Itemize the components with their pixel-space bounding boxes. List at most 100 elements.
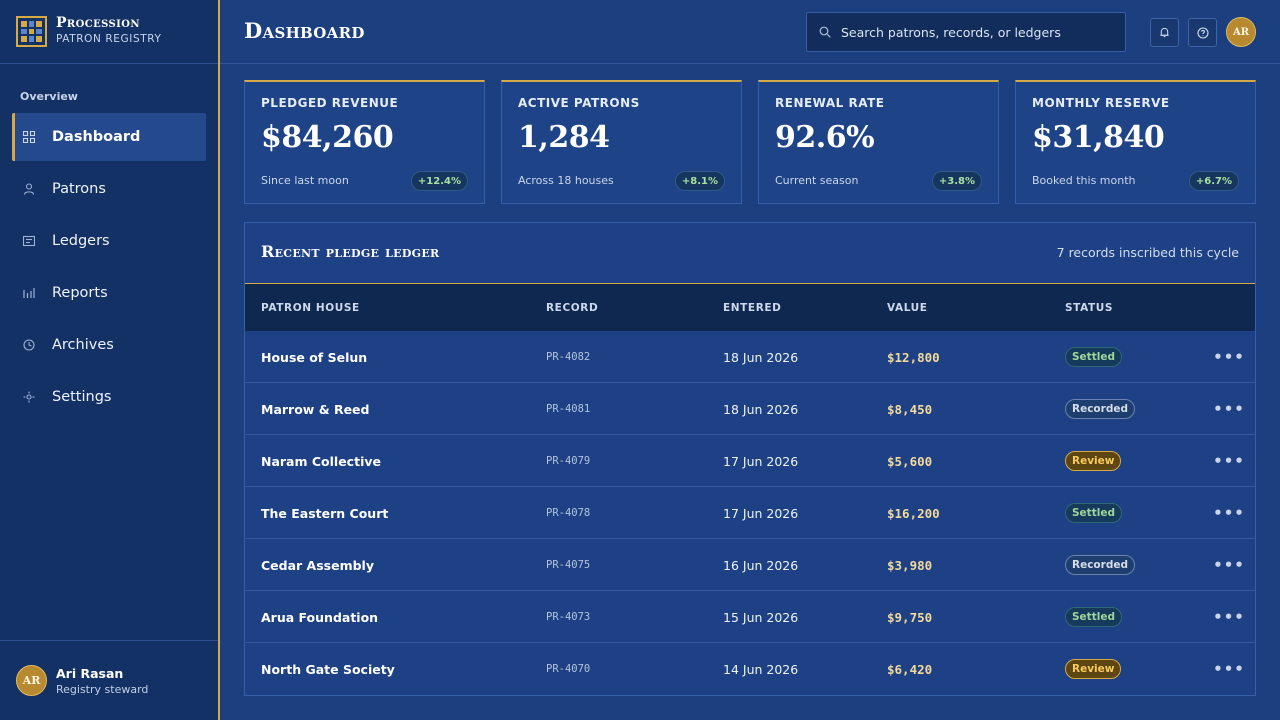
- help-icon: [1196, 26, 1209, 39]
- value-cell: $12,800: [887, 349, 940, 365]
- stat-value: 92.6%: [775, 120, 875, 155]
- column-header-patron-house[interactable]: Patron house: [261, 302, 360, 314]
- value-cell: $6,420: [887, 661, 933, 677]
- record-id-cell: PR-4070: [546, 663, 591, 675]
- clock-icon: [22, 338, 36, 352]
- column-header-value[interactable]: Value: [887, 302, 928, 314]
- user-icon: [22, 182, 36, 196]
- ledger-title: Recent pledge ledger: [261, 242, 440, 261]
- column-header-status[interactable]: Status: [1065, 302, 1113, 314]
- sidebar-item-label: Patrons: [52, 181, 106, 197]
- ledger-header: Recent pledge ledger 7 records inscribed…: [245, 223, 1255, 283]
- value-cell: $9,750: [887, 609, 933, 625]
- stat-label: Monthly reserve: [1032, 96, 1170, 110]
- table-row[interactable]: Arua Foundation PR-4073 15 Jun 2026 $9,750 S…: [245, 591, 1255, 643]
- value-cell: $5,600: [887, 453, 933, 469]
- notifications-button[interactable]: [1150, 18, 1179, 47]
- sidebar-item-label: Reports: [52, 285, 108, 301]
- value-cell: $3,980: [887, 557, 933, 573]
- patron-house-cell: Arua Foundation: [261, 609, 379, 625]
- column-header-record[interactable]: Record: [546, 302, 598, 314]
- sidebar: Procession Patron registry Overview Dash…: [0, 0, 218, 720]
- stat-label: Active patrons: [518, 96, 640, 110]
- status-badge: Settled: [1065, 607, 1122, 627]
- patron-house-cell: North Gate Society: [261, 661, 395, 677]
- status-badge: Review: [1065, 659, 1122, 679]
- avatar: AR: [16, 665, 47, 696]
- table-row[interactable]: House of Selun PR-4082 18 Jun 2026 $12,800 S…: [245, 331, 1255, 383]
- table-row[interactable]: North Gate Society PR-4070 14 Jun 2026 $6,4…: [245, 643, 1255, 695]
- brand[interactable]: Procession Patron registry: [0, 0, 218, 64]
- stat-label: Pledged revenue: [261, 96, 399, 110]
- table-row[interactable]: Marrow & Reed PR-4081 18 Jun 2026 $8,450 Rec…: [245, 383, 1255, 435]
- stat-delta-badge: +12.4%: [410, 171, 468, 191]
- row-more-icon[interactable]: •••: [1213, 539, 1244, 591]
- stat-note: Current season: [775, 174, 859, 187]
- table-header: Patron house Record Entered Value Status: [245, 283, 1255, 331]
- record-id-cell: PR-4081: [546, 403, 591, 415]
- column-header-entered[interactable]: Entered: [723, 302, 781, 314]
- value-cell: $16,200: [887, 505, 940, 521]
- search-box[interactable]: [806, 12, 1126, 52]
- stat-card-renewal-rate: Renewal rate 92.6% Current season +3.8%: [758, 80, 999, 204]
- grid-icon: [22, 130, 36, 144]
- bell-icon: [1160, 27, 1169, 38]
- sidebar-item-settings[interactable]: Settings: [12, 373, 206, 421]
- stat-value: 1,284: [518, 120, 610, 155]
- table-row[interactable]: Naram Collective PR-4079 17 Jun 2026 $5,600…: [245, 435, 1255, 487]
- status-cell: Review: [1065, 643, 1122, 695]
- status-cell: Recorded: [1065, 539, 1135, 591]
- brand-name: Procession: [56, 15, 140, 31]
- status-badge: Settled: [1065, 347, 1122, 367]
- logo-icon: [16, 16, 47, 47]
- sidebar-item-dashboard[interactable]: Dashboard: [12, 113, 206, 161]
- status-cell: Recorded: [1065, 383, 1135, 435]
- entered-date-cell: 18 Jun 2026: [723, 401, 799, 417]
- record-id-cell: PR-4082: [546, 351, 591, 363]
- nav-section-label: Overview: [20, 90, 78, 103]
- table-row[interactable]: Cedar Assembly PR-4075 16 Jun 2026 $3,980 Re…: [245, 539, 1255, 591]
- row-more-icon[interactable]: •••: [1213, 435, 1244, 487]
- value-cell: $8,450: [887, 401, 933, 417]
- table-row[interactable]: The Eastern Court PR-4078 17 Jun 2026 $16,2…: [245, 487, 1255, 539]
- stat-label: Renewal rate: [775, 96, 885, 110]
- sidebar-item-label: Dashboard: [52, 129, 141, 145]
- patron-house-cell: The Eastern Court: [261, 505, 389, 521]
- status-cell: Settled: [1065, 331, 1122, 383]
- stat-delta-badge: +6.7%: [1188, 171, 1239, 191]
- entered-date-cell: 15 Jun 2026: [723, 609, 799, 625]
- sidebar-item-archives[interactable]: Archives: [12, 321, 206, 369]
- status-badge: Recorded: [1065, 555, 1135, 575]
- status-cell: Settled: [1065, 487, 1122, 539]
- row-more-icon[interactable]: •••: [1213, 383, 1244, 435]
- search-input[interactable]: [841, 13, 1121, 51]
- row-more-icon[interactable]: •••: [1213, 331, 1244, 383]
- record-id-cell: PR-4079: [546, 455, 591, 467]
- sidebar-item-reports[interactable]: Reports: [12, 269, 206, 317]
- ledger-icon: [22, 234, 36, 248]
- sidebar-item-patrons[interactable]: Patrons: [12, 165, 206, 213]
- row-more-icon[interactable]: •••: [1213, 487, 1244, 539]
- sidebar-item-ledgers[interactable]: Ledgers: [12, 217, 206, 265]
- stat-value: $84,260: [261, 120, 394, 155]
- stat-delta-badge: +3.8%: [931, 171, 982, 191]
- entered-date-cell: 17 Jun 2026: [723, 453, 799, 469]
- sidebar-item-label: Archives: [52, 337, 114, 353]
- user-profile[interactable]: AR Ari Rasan Registry steward: [0, 640, 218, 720]
- stat-note: Across 18 houses: [518, 174, 614, 187]
- stat-note: Since last moon: [261, 174, 349, 187]
- sidebar-item-label: Settings: [52, 389, 112, 405]
- bar-chart-icon: [22, 286, 36, 300]
- patron-house-cell: Cedar Assembly: [261, 557, 374, 573]
- sidebar-item-label: Ledgers: [52, 233, 110, 249]
- account-avatar[interactable]: AR: [1226, 17, 1256, 47]
- row-more-icon[interactable]: •••: [1213, 643, 1244, 695]
- top-bar: Dashboard AR: [220, 0, 1280, 64]
- record-id-cell: PR-4073: [546, 611, 591, 623]
- help-button[interactable]: [1188, 18, 1217, 47]
- row-more-icon[interactable]: •••: [1213, 591, 1244, 643]
- gear-icon: [22, 390, 36, 404]
- user-role: Registry steward: [56, 683, 149, 696]
- status-badge: Settled: [1065, 503, 1122, 523]
- entered-date-cell: 16 Jun 2026: [723, 557, 799, 573]
